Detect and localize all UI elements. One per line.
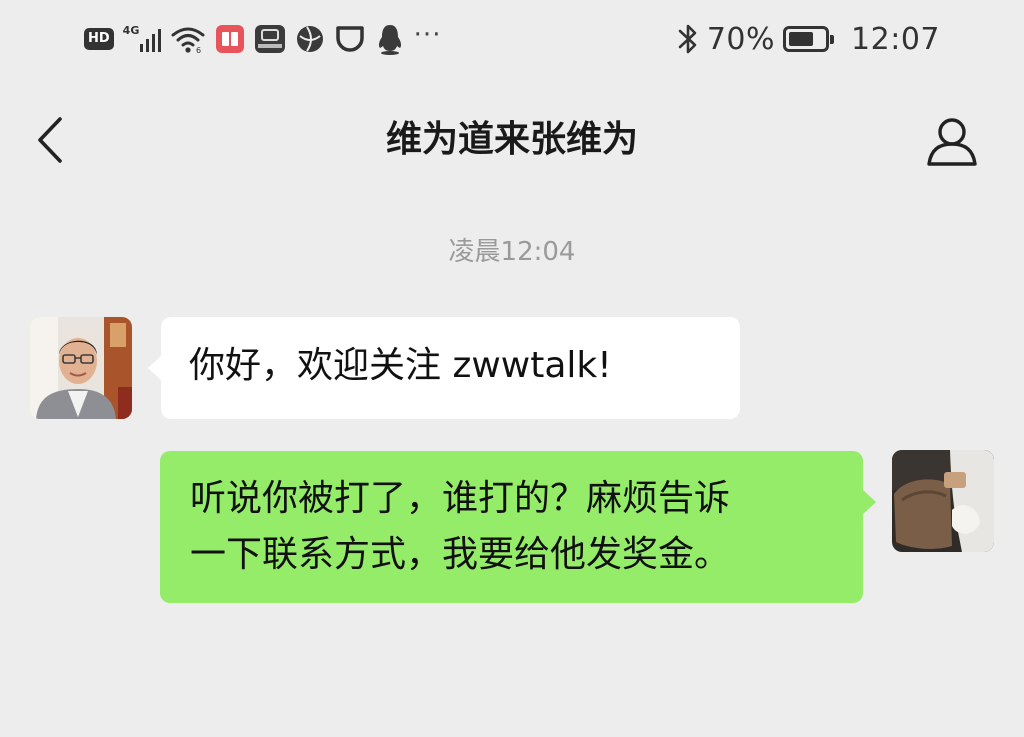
outgoing-message-line: 一下联系方式，我要给他发奖金。 [190, 534, 731, 575]
status-icons-right: 70% 12:07 [677, 20, 940, 58]
wifi-icon: 6 [171, 27, 205, 54]
message-timestamp: 凌晨12:04 [448, 237, 576, 267]
status-bar: HD 4G 6 ··· 70% 12:07 [0, 0, 1024, 78]
person-icon [927, 118, 977, 166]
svg-text:6: 6 [196, 46, 201, 54]
status-clock: 12:07 [851, 21, 940, 57]
incoming-message-bubble[interactable]: 你好，欢迎关注 zwwtalk! [148, 317, 740, 419]
battery-level [789, 32, 813, 46]
penguin-icon [378, 25, 401, 55]
outgoing-message-line: 听说你被打了，谁打的？麻烦告诉 [190, 478, 731, 519]
status-icons-left: HD 4G 6 ··· [84, 20, 441, 58]
user-avatar[interactable] [892, 450, 994, 552]
battery-percentage: 70% [706, 21, 776, 57]
bluetooth-icon [678, 24, 697, 54]
red-app-icon [215, 25, 244, 53]
profile-button[interactable] [922, 113, 982, 169]
signal-4g-icon: 4G [123, 24, 161, 54]
more-icon: ··· [413, 20, 442, 50]
globe-icon [296, 26, 323, 52]
sender-avatar[interactable] [30, 317, 132, 419]
huawei-icon [254, 25, 285, 53]
battery-icon [783, 26, 835, 52]
chat-title: 维为道来张维为 [385, 119, 638, 160]
outgoing-message-bubble[interactable]: 听说你被打了，谁打的？麻烦告诉 一下联系方式，我要给他发奖金。 [160, 451, 876, 603]
network-type-label: 4G [122, 24, 140, 37]
user-avatar-image [892, 450, 994, 552]
chat-header: 维为道来张维为 [0, 95, 1024, 185]
cup-icon [335, 26, 364, 52]
incoming-message-text: 你好，欢迎关注 zwwtalk! [189, 345, 612, 386]
sender-avatar-image [30, 317, 132, 419]
hd-icon: HD [84, 28, 114, 50]
